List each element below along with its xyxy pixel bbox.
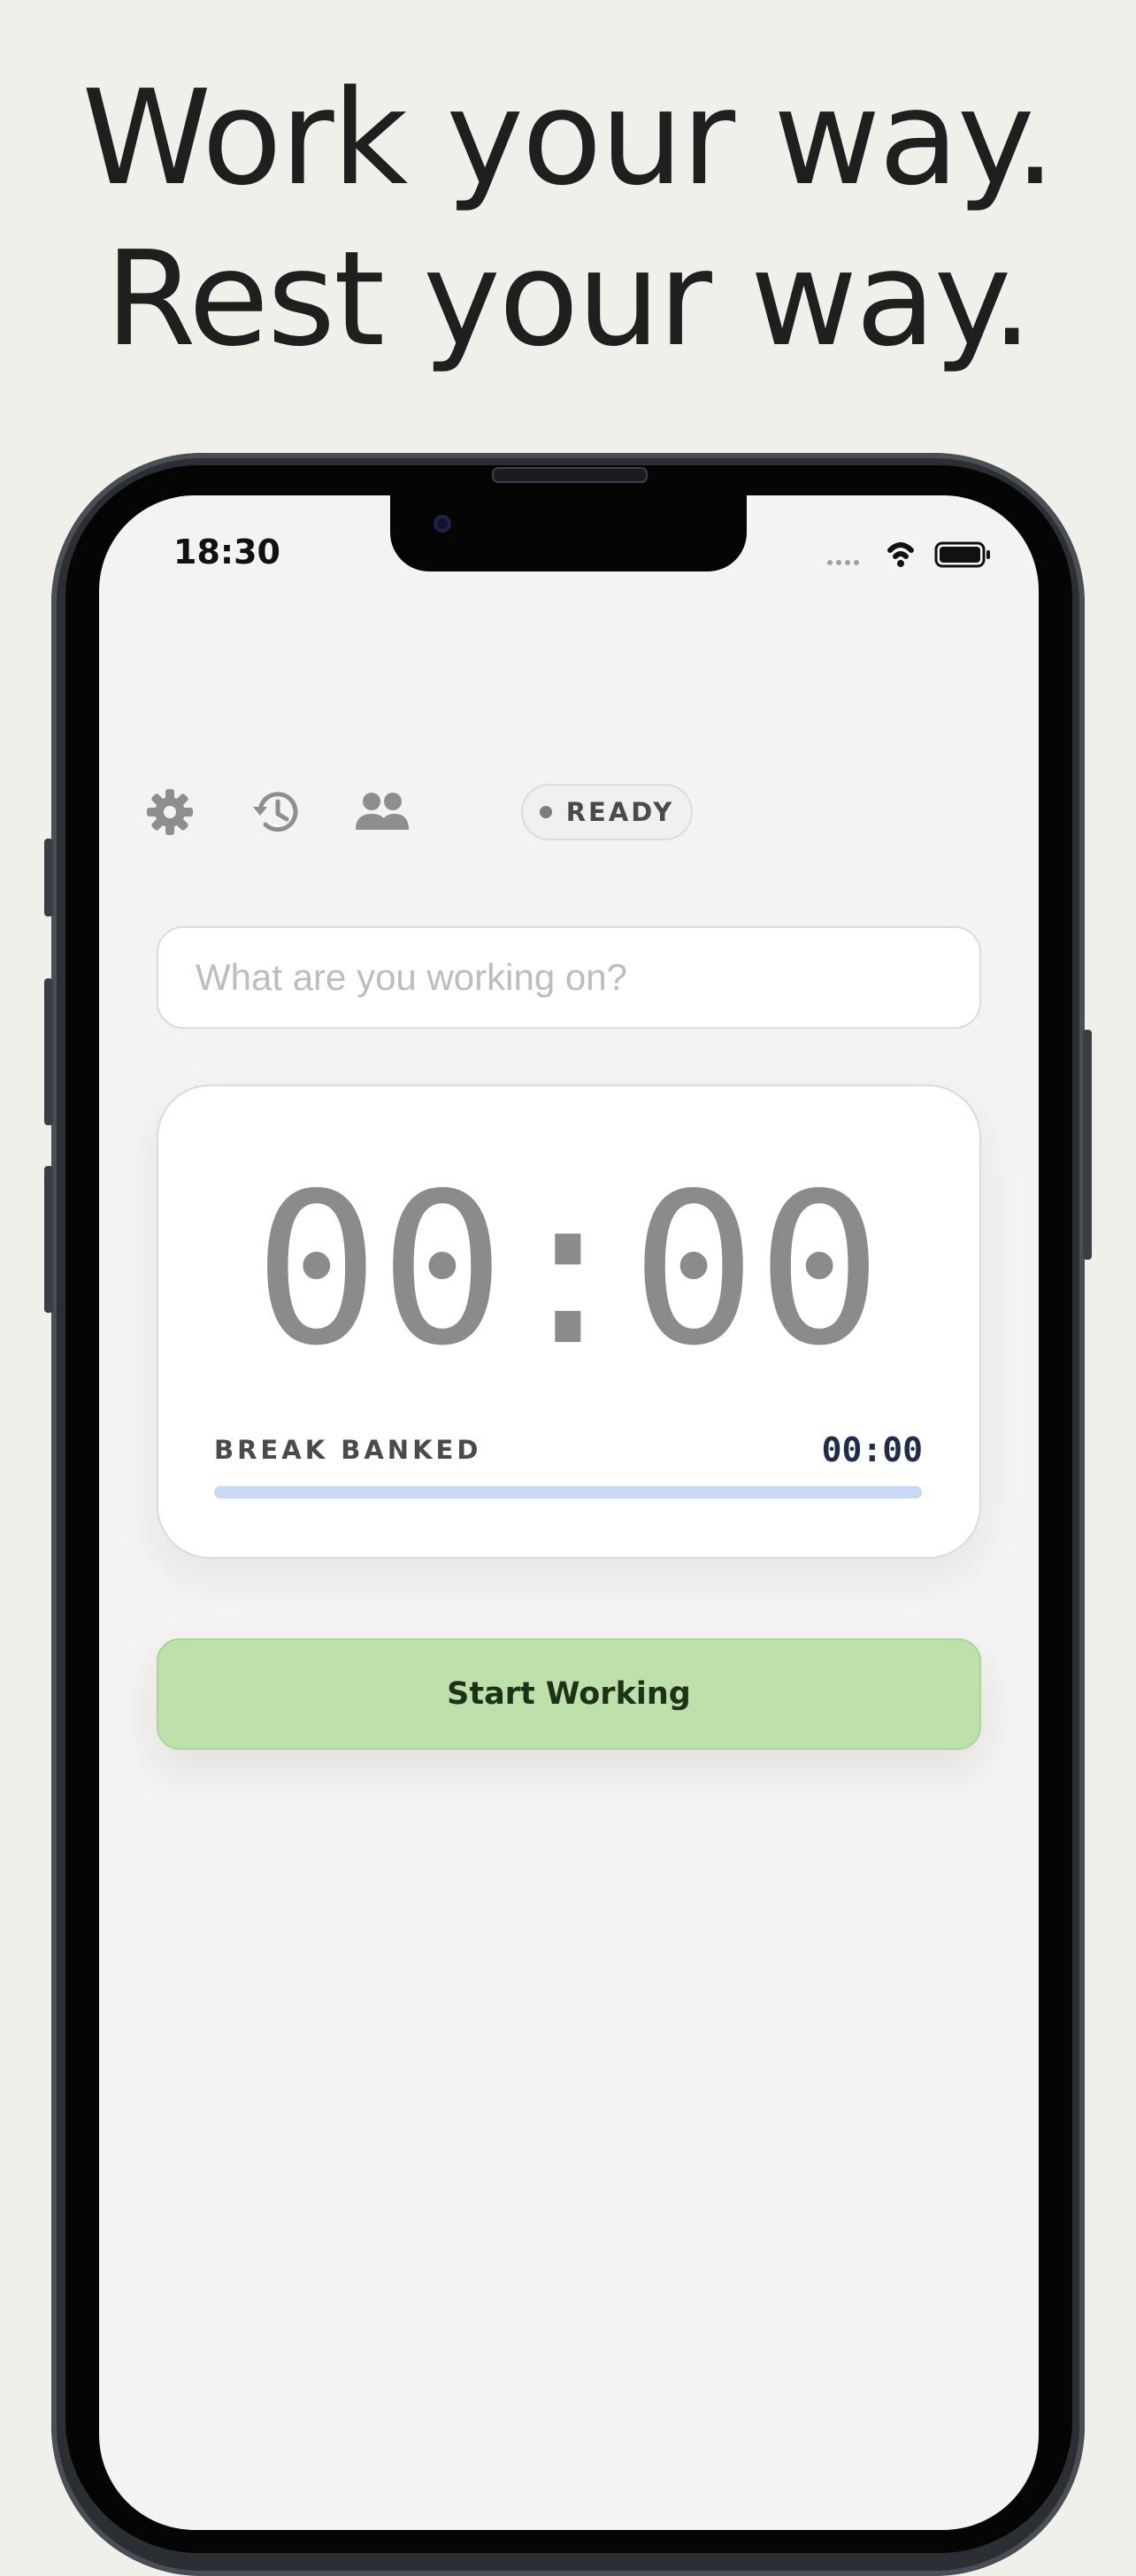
speaker-grille xyxy=(492,467,648,483)
status-badge-label: READY xyxy=(565,797,675,827)
timer-display: 00:00 xyxy=(253,1148,883,1392)
people-icon[interactable] xyxy=(354,787,409,837)
wifi-icon xyxy=(887,542,914,559)
notch xyxy=(390,495,747,571)
cellular-signal-icon xyxy=(827,560,859,565)
break-banked-progress xyxy=(214,1486,922,1499)
history-icon[interactable] xyxy=(251,787,301,837)
mute-switch xyxy=(44,839,53,916)
status-dot xyxy=(539,806,552,818)
break-banked-progress-fill xyxy=(214,1486,922,1499)
status-badge: READY xyxy=(521,784,693,840)
break-banked-label: BREAK BANKED xyxy=(214,1435,482,1465)
break-banked-value: 00:00 xyxy=(821,1430,923,1469)
volume-up-button xyxy=(44,978,53,1125)
task-input[interactable] xyxy=(157,926,981,1029)
headline-line-1: Work your way. xyxy=(81,62,1056,214)
headline-line-2: Rest your way. xyxy=(104,223,1033,375)
battery-icon xyxy=(934,541,990,568)
gear-icon[interactable] xyxy=(145,787,195,837)
status-bar-time: 18:30 xyxy=(173,533,280,571)
start-working-button[interactable]: Start Working xyxy=(157,1638,981,1750)
front-camera xyxy=(434,515,451,533)
status-bar-icons xyxy=(823,536,1000,571)
